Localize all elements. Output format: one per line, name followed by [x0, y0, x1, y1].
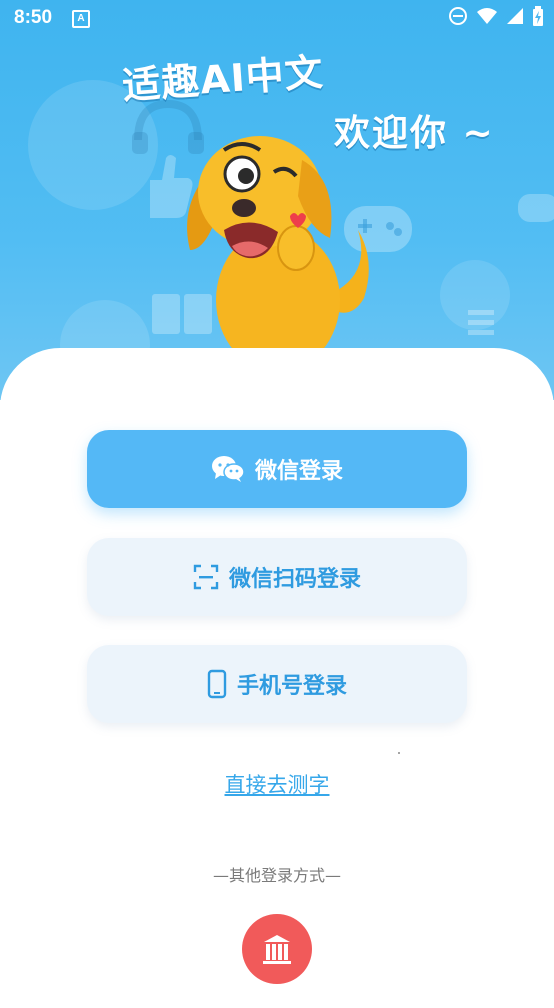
notification-icon: A — [72, 10, 90, 28]
phone-login-label: 手机号登录 — [236, 674, 347, 699]
wechat-login-button[interactable]: 微信登录 — [87, 430, 467, 508]
signal-icon — [507, 8, 523, 24]
scan-qr-icon — [193, 564, 219, 590]
wechat-qr-login-label: 微信扫码登录 — [228, 567, 361, 592]
hero-banner: 适趣AI中文 欢迎你 ~ 8:50 A — [0, 0, 554, 400]
game-controller-icon — [518, 194, 554, 222]
building-icon — [263, 935, 291, 964]
battery-icon — [533, 6, 543, 26]
wechat-qr-login-button[interactable]: 微信扫码登录 — [87, 538, 467, 616]
institution-login-button[interactable] — [242, 914, 312, 984]
wechat-login-label: 微信登录 — [254, 459, 343, 484]
wifi-icon — [477, 8, 497, 24]
wechat-icon — [211, 456, 245, 482]
app-title: 适趣AI中文 — [120, 50, 326, 108]
status-time: 8:50 — [14, 7, 53, 28]
direct-test-link[interactable]: 直接去测字 — [0, 769, 554, 799]
phone-icon — [207, 669, 227, 699]
stray-dot — [398, 752, 400, 754]
other-login-methods-label: —其他登录方式— — [212, 866, 341, 885]
phone-login-button[interactable]: 手机号登录 — [87, 645, 467, 723]
music-note-icon — [468, 310, 494, 335]
do-not-disturb-icon — [449, 7, 467, 25]
status-bar: 8:50 A — [0, 0, 554, 38]
dog-mascot-illustration — [187, 136, 369, 360]
